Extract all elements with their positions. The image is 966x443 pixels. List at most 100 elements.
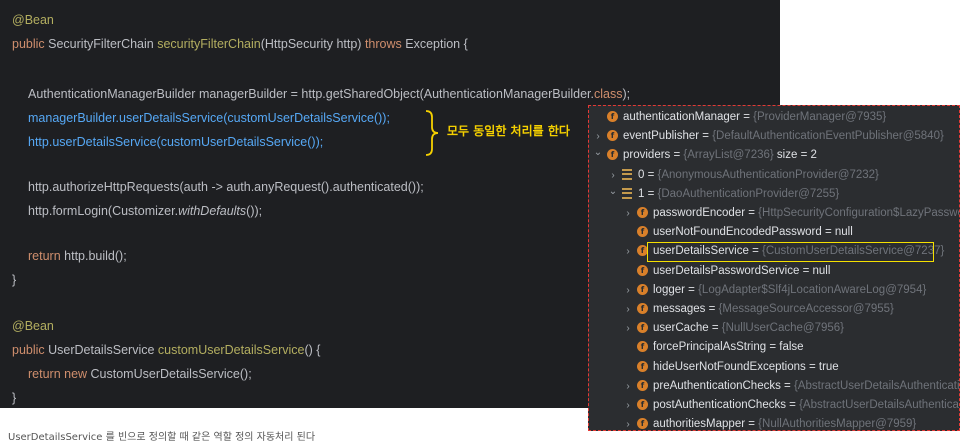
debug-variable-text: passwordEncoder = {HttpSecurityConfigura… [653,204,960,223]
curly-brace-icon [425,110,439,156]
variable-value: {AnonymousAuthenticationProvider@7232} [657,168,879,181]
debug-variable-text: forcePrincipalAsString = false [653,338,804,357]
debug-variable-row[interactable]: › f eventPublisher = {DefaultAuthenticatio… [589,127,959,146]
debug-variable-row[interactable]: ⌄ f providers = {ArrayList@7236} size = 2 [589,146,959,165]
field-icon: f [637,418,648,430]
chevron-right-icon[interactable]: › [623,396,633,415]
field-icon: f [637,303,648,314]
variable-name: authenticationManager [623,111,740,123]
debug-variable-row[interactable]: ⌄ 1 = {DaoAuthenticationProvider@7255} [589,185,959,204]
variable-name: userDetailsPasswordService [653,264,800,277]
list-item-icon [622,187,632,199]
field-icon: f [637,207,648,218]
equals-sign: = [740,111,754,123]
variable-value: {DaoAuthenticationProvider@7255} [657,187,840,200]
list-item-icon [622,168,632,180]
variable-name: providers [623,149,671,162]
debug-variable-text: authoritiesMapper = {NullAuthoritiesMapp… [653,415,917,431]
debug-variable-text: preAuthenticationChecks = {AbstractUserD… [653,377,959,396]
variable-value: null [834,226,853,239]
debug-variable-text: authenticationManager = {ProviderManager… [623,108,886,127]
field-icon: f [637,322,648,334]
caption-text: UserDetailsService 를 빈으로 정의할 때 같은 역할 정의 … [8,432,316,443]
debug-variable-row[interactable]: f hideUserNotFoundExceptions = true [589,358,959,377]
debug-variable-row[interactable]: › f passwordEncoder = {HttpSecurityConfigu… [589,204,959,223]
debug-variable-row[interactable]: f userNotFoundEncodedPassword = null [589,223,959,242]
field-icon: f [607,149,618,161]
debug-variable-row[interactable]: f userDetailsPasswordService = null [589,262,959,281]
field-icon: f [637,226,648,238]
debug-variable-text: 1 = {DaoAuthenticationProvider@7255} [638,185,839,204]
annotation-bean-2: @Bean [12,319,54,333]
equals-sign: = [745,207,759,219]
field-icon: f [637,399,648,410]
equals-sign: = [705,303,719,315]
field-icon: f [637,379,648,391]
debug-variable-row[interactable]: › f userCache = {NullUserCache@7956} [589,319,959,338]
debug-variable-row[interactable]: f authenticationManager = {ProviderManage… [589,108,959,127]
variable-name: authoritiesMapper [653,418,746,431]
collection-size: size = 2 [773,149,817,162]
equals-sign: = [644,187,658,200]
variable-name: eventPublisher [623,130,700,143]
debug-variable-row[interactable]: f forcePrincipalAsString = false [589,338,959,357]
chevron-right-icon[interactable]: › [623,377,633,396]
variable-name: hideUserNotFoundExceptions [653,360,806,373]
variable-value: {ProviderManager@7935} [753,111,887,123]
variable-value: {HttpSecurityConfiguration$LazyPasswor [758,207,960,219]
chevron-right-icon[interactable]: › [623,281,633,300]
debug-variable-row[interactable]: › f authoritiesMapper = {NullAuthoritiesMa… [589,415,959,431]
equals-sign: = [670,149,684,162]
field-icon: f [637,360,648,372]
variable-name: userNotFoundEncodedPassword [653,226,822,239]
code-line-manager-uds: managerBuilder.userDetailsService(custom… [28,111,390,125]
equals-sign: = [745,418,759,431]
code-line-return-new: return new CustomUserDetailsService(); [28,367,252,381]
equals-sign: = [708,322,722,335]
debug-variable-text: messages = {MessageSourceAccessor@7955} [653,300,894,319]
chevron-right-icon[interactable]: › [623,242,633,261]
annotation-bean: @Bean [12,13,54,27]
chevron-down-icon[interactable]: ⌄ [593,143,603,162]
chevron-down-icon[interactable]: ⌄ [608,182,618,201]
equals-sign: = [821,226,835,239]
variable-value: {ArrayList@7236} [683,149,774,162]
equals-sign: = [699,130,713,143]
variable-value: {NullAuthoritiesMapper@7959} [758,418,917,431]
debug-variable-row[interactable]: › 0 = {AnonymousAuthenticationProvider@72… [589,166,959,185]
method-signature: public SecurityFilterChain securityFilte… [12,37,468,51]
variable-name: preAuthenticationChecks [653,379,781,392]
variable-value: false [779,341,804,354]
code-line-authorize: http.authorizeHttpRequests(auth -> auth.… [28,180,424,194]
debug-variable-row[interactable]: › f postAuthenticationChecks = {AbstractUs… [589,396,959,415]
variable-value: null [812,264,831,277]
equals-sign: = [805,360,819,373]
debug-variable-row[interactable]: › f preAuthenticationChecks = {AbstractUse… [589,377,959,396]
field-icon: f [607,130,618,142]
debug-variable-row[interactable]: › f logger = {LogAdapter$Slf4jLocationAwar… [589,281,959,300]
variable-value: {LogAdapter$Slf4jLocationAwareLog@7954} [698,283,927,296]
variable-value: true [818,360,839,373]
variable-value: {MessageSourceAccessor@7955} [718,303,894,315]
equals-sign: = [780,379,794,392]
debug-variable-text: providers = {ArrayList@7236} size = 2 [623,146,817,165]
closing-brace: } [12,273,17,287]
chevron-right-icon[interactable]: › [623,300,633,319]
debugger-variables-panel: f authenticationManager = {ProviderManage… [588,105,960,431]
equals-sign: = [766,341,780,354]
variable-name: passwordEncoder [653,207,746,219]
variable-name: userCache [653,322,709,335]
variable-name: logger [653,283,685,296]
debug-variable-text: logger = {LogAdapter$Slf4jLocationAwareL… [653,281,926,300]
chevron-right-icon[interactable]: › [623,204,633,223]
debug-variable-row[interactable]: › f messages = {MessageSourceAccessor@7955… [589,300,959,319]
equals-sign: = [684,283,699,296]
variable-value: {NullUserCache@7956} [721,322,845,335]
code-line-return: return http.build(); [28,249,127,263]
field-icon: f [607,111,618,122]
chevron-right-icon[interactable]: › [623,415,633,430]
debug-variable-text: eventPublisher = {DefaultAuthenticationE… [623,127,944,146]
debug-variable-text: userCache = {NullUserCache@7956} [653,319,844,338]
chevron-right-icon[interactable]: › [623,319,633,338]
field-icon: f [637,283,648,295]
